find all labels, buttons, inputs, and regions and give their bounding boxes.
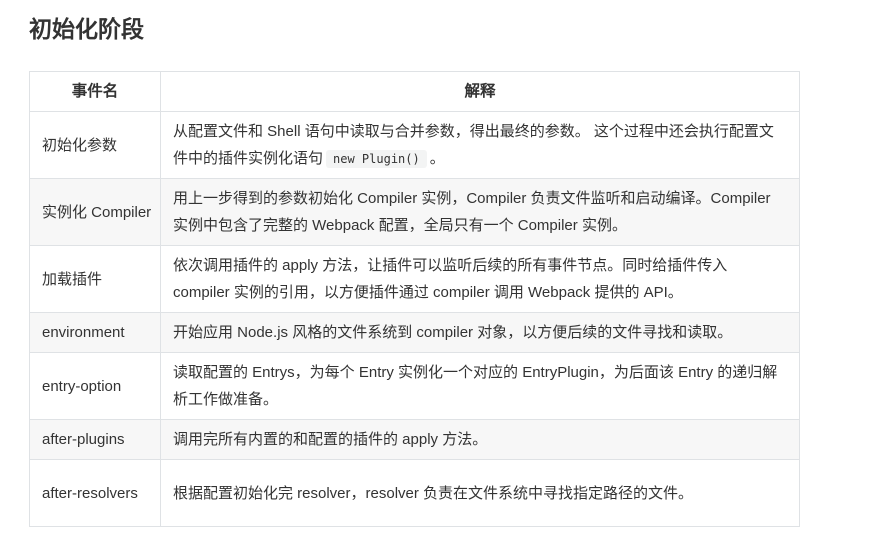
header-explanation: 解释 xyxy=(160,71,800,112)
event-desc-cell: 开始应用 Node.js 风格的文件系统到 compiler 对象，以方便后续的… xyxy=(160,312,800,353)
event-name-cell: after-plugins xyxy=(29,419,161,460)
event-desc-cell: 从配置文件和 Shell 语句中读取与合并参数，得出最终的参数。 这个过程中还会… xyxy=(160,111,800,179)
desc-text: 从配置文件和 Shell 语句中读取与合并参数，得出最终的参数。 这个过程中还会… xyxy=(173,122,774,167)
event-desc-cell: 根据配置初始化完 resolver，resolver 负责在文件系统中寻找指定路… xyxy=(160,459,800,527)
event-name-cell: 初始化参数 xyxy=(29,111,161,179)
document-page: 初始化阶段 事件名 解释 初始化参数 从配置文件和 Shell 语句中读取与合并… xyxy=(29,0,800,527)
inline-code: new Plugin() xyxy=(326,149,427,168)
table-row: 实例化 Compiler 用上一步得到的参数初始化 Compiler 实例，Co… xyxy=(29,178,800,246)
event-desc-cell: 读取配置的 Entrys，为每个 Entry 实例化一个对应的 EntryPlu… xyxy=(160,352,800,420)
table-row: 加载插件 依次调用插件的 apply 方法，让插件可以监听后续的所有事件节点。同… xyxy=(29,245,800,313)
table-row: 初始化参数 从配置文件和 Shell 语句中读取与合并参数，得出最终的参数。 这… xyxy=(29,111,800,179)
event-name-cell: 加载插件 xyxy=(29,245,161,313)
event-desc-cell: 调用完所有内置的和配置的插件的 apply 方法。 xyxy=(160,419,800,460)
table-row: entry-option 读取配置的 Entrys，为每个 Entry 实例化一… xyxy=(29,352,800,420)
event-desc-cell: 用上一步得到的参数初始化 Compiler 实例，Compiler 负责文件监听… xyxy=(160,178,800,246)
event-desc-cell: 依次调用插件的 apply 方法，让插件可以监听后续的所有事件节点。同时给插件传… xyxy=(160,245,800,313)
header-event-name: 事件名 xyxy=(29,71,161,112)
event-name-cell: 实例化 Compiler xyxy=(29,178,161,246)
event-name-cell: environment xyxy=(29,312,161,353)
table-row: after-plugins 调用完所有内置的和配置的插件的 apply 方法。 xyxy=(29,419,800,460)
table-header-row: 事件名 解释 xyxy=(29,71,800,112)
section-title: 初始化阶段 xyxy=(29,17,144,43)
event-name-cell: after-resolvers xyxy=(29,459,161,527)
table-row: after-resolvers 根据配置初始化完 resolver，resolv… xyxy=(29,459,800,527)
desc-text-end: 。 xyxy=(429,149,445,167)
event-name-cell: entry-option xyxy=(29,352,161,420)
events-table: 事件名 解释 初始化参数 从配置文件和 Shell 语句中读取与合并参数，得出最… xyxy=(29,71,800,527)
table-row: environment 开始应用 Node.js 风格的文件系统到 compil… xyxy=(29,312,800,353)
